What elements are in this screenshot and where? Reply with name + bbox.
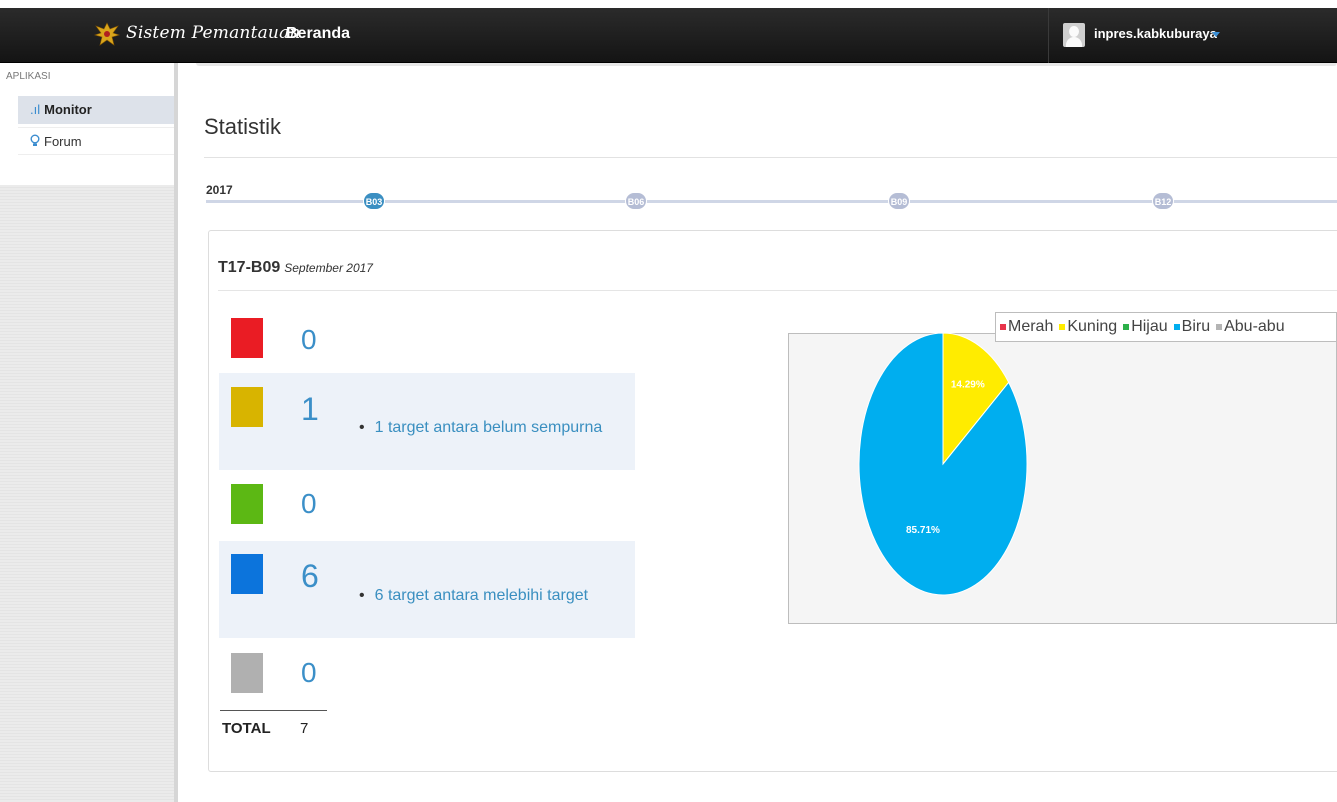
legend-label: Hijau xyxy=(1131,318,1168,335)
total-label: TOTAL xyxy=(222,720,271,737)
timeline-node-b03[interactable]: B03 xyxy=(363,192,385,210)
status-note-link[interactable]: 1 target antara belum sempurna xyxy=(359,419,603,437)
status-row-biru: 6 6 target antara melebihi target xyxy=(219,541,635,638)
username-menu[interactable]: inpres.kabkuburaya xyxy=(1094,26,1217,41)
status-count: 0 xyxy=(301,488,317,519)
sidebar-item-monitor[interactable]: .ıl Monitor xyxy=(18,96,174,124)
app-brand[interactable]: Sistem Pemantauan xyxy=(126,23,301,43)
content-top-edge xyxy=(196,63,1337,66)
status-row-abu-abu: 0 xyxy=(219,638,635,708)
legend-label: Abu-abu xyxy=(1224,318,1285,335)
sidebar-item-label: Forum xyxy=(44,134,82,149)
period-code: T17-B09 xyxy=(218,259,281,276)
legend-item-merah[interactable]: Merah xyxy=(1000,318,1053,335)
panel-title: T17-B09 September 2017 xyxy=(218,259,373,277)
pie-data-label: 85.71% xyxy=(906,525,940,536)
legend-swatch xyxy=(1216,323,1223,330)
legend-swatch xyxy=(1123,323,1130,330)
nav-beranda[interactable]: Beranda xyxy=(286,25,350,43)
status-swatch xyxy=(231,554,263,594)
legend-item-hijau[interactable]: Hijau xyxy=(1123,318,1168,335)
status-count: 6 xyxy=(301,558,319,594)
status-note-link[interactable]: 6 target antara melebihi target xyxy=(359,587,588,605)
navbar-divider xyxy=(1048,8,1049,63)
legend-swatch xyxy=(1059,323,1066,330)
status-count: 0 xyxy=(301,324,317,355)
sidebar-menu: APLIKASI .ıl Monitor Forum xyxy=(0,63,174,185)
status-swatch xyxy=(231,318,263,358)
status-row-kuning: 1 1 target antara belum sempurna xyxy=(219,373,635,470)
legend-item-abu-abu[interactable]: Abu-abu xyxy=(1216,318,1285,335)
timeline-node-b09[interactable]: B09 xyxy=(888,192,910,210)
legend-item-biru[interactable]: Biru xyxy=(1173,318,1211,335)
garuda-logo-icon xyxy=(93,22,121,46)
status-swatch xyxy=(231,484,263,524)
signal-bars-icon: .ıl xyxy=(30,102,41,117)
timeline-year: 2017 xyxy=(206,183,233,197)
chart-legend: Merah Kuning Hijau Biru Abu-abu xyxy=(995,312,1337,342)
top-navbar: Sistem Pemantauan Beranda inpres.kabkubu… xyxy=(0,8,1337,63)
chevron-down-icon[interactable] xyxy=(1212,32,1220,37)
legend-label: Kuning xyxy=(1067,318,1118,335)
timeline-node-b06[interactable]: B06 xyxy=(625,192,647,210)
legend-item-kuning[interactable]: Kuning xyxy=(1059,318,1117,335)
sidebar: APLIKASI .ıl Monitor Forum xyxy=(0,63,174,802)
avatar[interactable] xyxy=(1063,23,1085,47)
divider xyxy=(218,290,1337,291)
status-swatch xyxy=(231,387,263,427)
sidebar-divider xyxy=(174,63,178,802)
status-swatch xyxy=(231,653,263,693)
sidebar-item-label: Monitor xyxy=(44,102,92,117)
page-title: Statistik xyxy=(204,114,282,139)
sidebar-section-label: APLIKASI xyxy=(6,71,51,82)
total-value: 7 xyxy=(300,720,309,737)
pie-data-label: 14.29% xyxy=(951,380,985,391)
divider xyxy=(204,157,1337,158)
legend-label: Merah xyxy=(1008,318,1054,335)
timeline-node-b12[interactable]: B12 xyxy=(1152,192,1174,210)
divider xyxy=(220,710,327,711)
status-count: 1 xyxy=(301,391,319,427)
lightbulb-icon xyxy=(30,128,40,156)
legend-swatch xyxy=(1000,323,1006,330)
pie-chart: 14.29% 85.71% xyxy=(858,333,1028,596)
period-label: September 2017 xyxy=(284,261,373,275)
status-count: 0 xyxy=(301,657,317,688)
sidebar-item-forum[interactable]: Forum xyxy=(18,127,174,155)
legend-swatch xyxy=(1173,323,1180,330)
legend-label: Biru xyxy=(1181,318,1211,335)
